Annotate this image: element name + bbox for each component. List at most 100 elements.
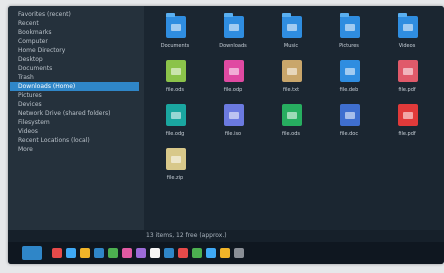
icon-glyph <box>229 112 239 119</box>
taskbar-app-icon[interactable] <box>52 248 62 258</box>
file-item[interactable]: file.odg <box>150 104 200 150</box>
taskbar-app-icon[interactable] <box>122 248 132 258</box>
folder-icon <box>224 13 244 38</box>
file-name: file.pdf <box>398 87 416 93</box>
taskbar-app-icon[interactable] <box>220 248 230 258</box>
icon-glyph <box>171 68 181 75</box>
file-name: file.odg <box>165 131 185 137</box>
sidebar-item[interactable]: Home Directory <box>18 46 65 55</box>
file-item[interactable]: file.deb <box>324 60 374 106</box>
folder-icon <box>282 13 302 38</box>
folder-item[interactable]: Music <box>266 13 316 62</box>
file-icon <box>166 148 186 170</box>
sidebar-item[interactable]: Bookmarks <box>18 28 52 37</box>
sidebar-item[interactable]: Network Drive (shared folders) <box>18 109 110 118</box>
file-icon <box>166 60 186 82</box>
file-manager-window: Favorites (recent) Recent Bookmarks Compute… <box>8 6 444 264</box>
file-name: file.odp <box>223 87 243 93</box>
file-icon <box>166 104 186 126</box>
folder-item[interactable]: Downloads <box>208 13 258 62</box>
file-name: file.pdf <box>398 131 416 137</box>
sidebar-item[interactable]: Computer <box>18 37 48 46</box>
file-name: file.ods <box>281 131 301 137</box>
sidebar-item[interactable]: Filesystem <box>18 118 50 127</box>
file-item[interactable]: file.zip <box>150 148 200 194</box>
sidebar-item[interactable]: Desktop <box>18 55 43 64</box>
icon-glyph <box>345 112 355 119</box>
taskbar-app-icon[interactable] <box>150 248 160 258</box>
taskbar-app-icon[interactable] <box>80 248 90 258</box>
file-name: file.doc <box>339 131 359 137</box>
file-name: file.deb <box>339 87 359 93</box>
icon-glyph <box>403 24 413 31</box>
file-item[interactable]: file.ods <box>150 60 200 106</box>
file-item[interactable]: file.pdf <box>382 104 432 150</box>
file-item[interactable]: file.odp <box>208 60 258 106</box>
folder-icon <box>340 13 360 38</box>
taskbar-app-icon[interactable] <box>108 248 118 258</box>
file-icon <box>224 104 244 126</box>
file-item[interactable]: file.txt <box>266 60 316 106</box>
icon-glyph <box>345 24 355 31</box>
icon-glyph <box>287 24 297 31</box>
file-name: file.ods <box>165 87 185 93</box>
taskbar-app-icon[interactable] <box>178 248 188 258</box>
file-item[interactable]: file.iso <box>208 104 258 150</box>
status-text: 13 items, 12 free (approx.) <box>146 232 227 239</box>
icon-glyph <box>287 68 297 75</box>
folder-item[interactable]: Videos <box>382 13 432 62</box>
taskbar-app-icon[interactable] <box>94 248 104 258</box>
sidebar: Favorites (recent) Recent Bookmarks Compute… <box>8 6 144 242</box>
sidebar-item[interactable]: Documents <box>18 64 52 73</box>
icon-glyph <box>171 112 181 119</box>
file-icon <box>282 104 302 126</box>
file-item[interactable]: file.ods <box>266 104 316 150</box>
folder-item[interactable]: Pictures <box>324 13 374 62</box>
taskbar-app-icon[interactable] <box>164 248 174 258</box>
file-item[interactable]: file.pdf <box>382 60 432 106</box>
file-name: Music <box>283 43 299 49</box>
sidebar-item[interactable]: Favorites (recent) <box>18 10 71 19</box>
icon-glyph <box>229 68 239 75</box>
sidebar-item[interactable]: Videos <box>18 127 38 136</box>
taskbar-app-icon[interactable] <box>66 248 76 258</box>
file-name: file.iso <box>224 131 242 137</box>
file-name: Downloads <box>219 43 247 49</box>
icon-glyph <box>287 112 297 119</box>
status-bar: 13 items, 12 free (approx.) <box>8 230 444 242</box>
icon-glyph <box>345 68 355 75</box>
file-icon <box>340 60 360 82</box>
sidebar-item[interactable]: More <box>18 145 33 154</box>
file-name: file.zip <box>166 175 184 181</box>
taskbar-app-icon[interactable] <box>136 248 146 258</box>
start-menu-button[interactable] <box>22 246 42 260</box>
folder-icon <box>398 13 418 38</box>
sidebar-item[interactable]: Downloads (Home) <box>10 82 139 91</box>
sidebar-item[interactable]: Pictures <box>18 91 42 100</box>
icon-glyph <box>403 112 413 119</box>
sidebar-item[interactable]: Recent <box>18 19 39 28</box>
file-name: Documents <box>160 43 190 49</box>
icon-glyph <box>403 68 413 75</box>
taskbar-app-icon[interactable] <box>234 248 244 258</box>
file-name: file.txt <box>282 87 300 93</box>
sidebar-item[interactable]: Recent Locations (local) <box>18 136 90 145</box>
file-name: Videos <box>398 43 416 49</box>
sidebar-item[interactable]: Devices <box>18 100 42 109</box>
file-icon <box>282 60 302 82</box>
taskbar <box>8 242 444 264</box>
file-icon <box>398 60 418 82</box>
file-name: Pictures <box>339 43 359 49</box>
folder-icon <box>166 13 186 38</box>
folder-item[interactable]: Documents <box>150 13 200 62</box>
file-grid: Documents Downloads Music Pictures Videos fil… <box>144 6 444 242</box>
file-item[interactable]: file.doc <box>324 104 374 150</box>
file-icon <box>340 104 360 126</box>
taskbar-app-icon[interactable] <box>206 248 216 258</box>
icon-glyph <box>171 24 181 31</box>
icon-glyph <box>171 156 181 163</box>
file-icon <box>398 104 418 126</box>
taskbar-app-icon[interactable] <box>192 248 202 258</box>
sidebar-item[interactable]: Trash <box>18 73 34 82</box>
icon-glyph <box>229 24 239 31</box>
